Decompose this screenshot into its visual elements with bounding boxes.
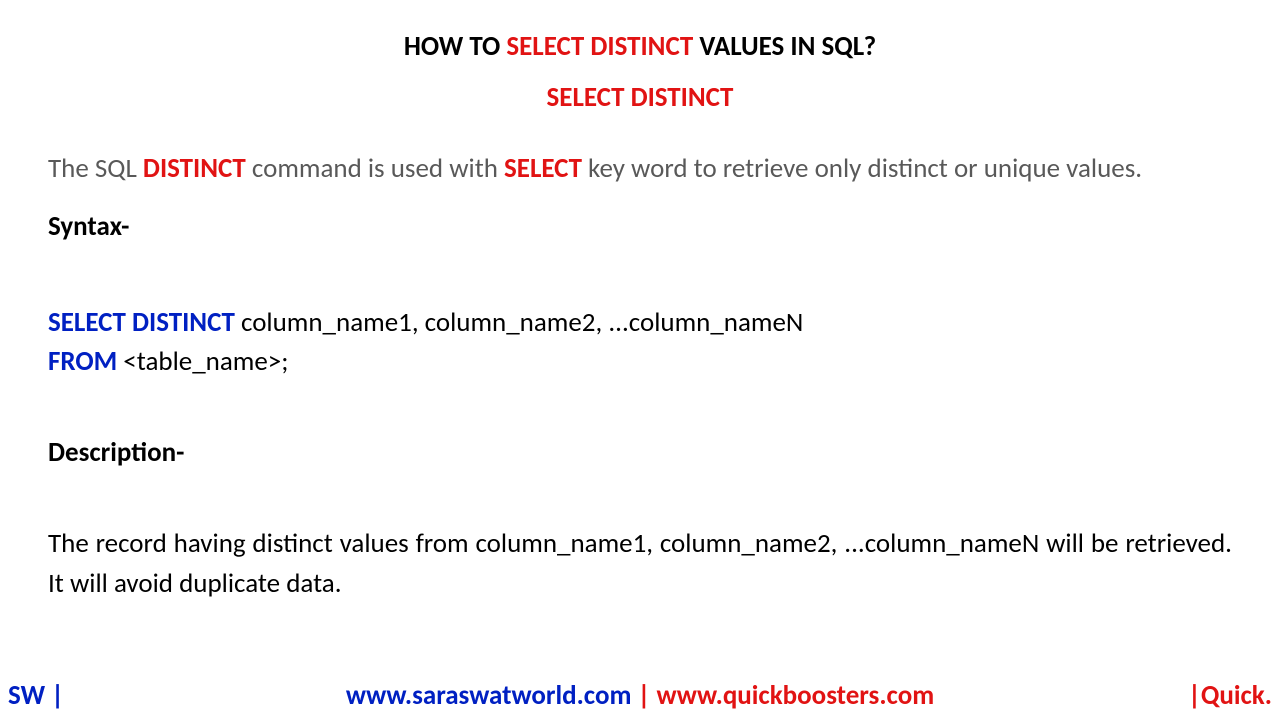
intro-kw-select: SELECT — [504, 152, 582, 185]
footer-url2: www.quickboosters.com — [657, 679, 935, 712]
code-block: SELECT DISTINCT column_name1, column_nam… — [48, 303, 1232, 381]
code-kw-select-distinct: SELECT DISTINCT — [48, 306, 235, 339]
intro-p3: key word to retrieve only distinct or un… — [582, 152, 1142, 185]
code-line1: SELECT DISTINCT column_name1, column_nam… — [48, 303, 1232, 342]
footer-url1: www.saraswatworld.com — [346, 679, 632, 712]
syntax-label: Syntax- — [48, 210, 1232, 243]
page-title: HOW TO SELECT DISTINCT VALUES IN SQL? — [48, 30, 1232, 63]
footer-right: |Quick. — [1188, 679, 1272, 712]
title-highlight: SELECT DISTINCT — [506, 30, 693, 63]
footer-center: www.saraswatworld.com | www.quickbooster… — [346, 679, 934, 712]
footer: SW | www.saraswatworld.com | www.quickbo… — [0, 679, 1280, 712]
subtitle: SELECT DISTINCT — [48, 81, 1232, 114]
intro-p2: command is used with — [246, 152, 504, 185]
footer-left: SW | — [8, 679, 64, 712]
title-part2: VALUES IN SQL? — [693, 30, 876, 63]
description-text: The record having distinct values from c… — [48, 524, 1232, 602]
title-part1: HOW TO — [404, 30, 507, 63]
intro-p1: The SQL — [48, 152, 143, 185]
description-label: Description- — [48, 436, 1232, 469]
footer-sep: | — [631, 679, 656, 712]
code-line2-rest: <table_name>; — [117, 345, 288, 378]
code-kw-from: FROM — [48, 345, 117, 378]
code-line1-rest: column_name1, column_name2, ...column_na… — [235, 306, 803, 339]
intro-text: The SQL DISTINCT command is used with SE… — [48, 149, 1232, 188]
code-line2: FROM <table_name>; — [48, 342, 1232, 381]
intro-kw-distinct: DISTINCT — [143, 152, 246, 185]
